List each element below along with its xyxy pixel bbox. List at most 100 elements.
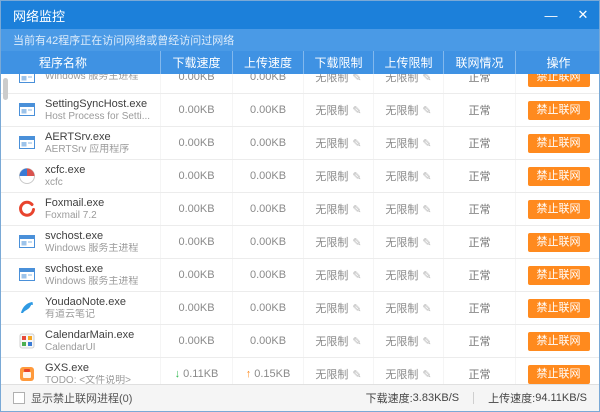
edit-icon[interactable]: ✎ xyxy=(422,269,431,282)
upload-limit-value: 无限制 xyxy=(385,74,418,85)
program-cell: AERTSrv.exe AERTSrv 应用程序 xyxy=(1,127,161,159)
program-name: CalendarMain.exe xyxy=(45,329,134,342)
upload-limit-value: 无限制 xyxy=(385,135,418,151)
edit-icon[interactable]: ✎ xyxy=(352,137,361,150)
close-button[interactable]: ✕ xyxy=(567,1,599,29)
download-limit-value: 无限制 xyxy=(315,333,348,349)
upload-speed-cell: ↑0.15KB xyxy=(233,358,304,384)
upload-speed-cell: 0.00KB xyxy=(233,292,304,324)
block-network-button[interactable]: 禁止联网 xyxy=(528,299,590,318)
program-name-block: AERTSrv.exe AERTSrv 应用程序 xyxy=(45,131,129,156)
edit-icon[interactable]: ✎ xyxy=(352,170,361,183)
download-limit-cell: 无限制✎ xyxy=(304,259,374,291)
upload-speed-cell: 0.00KB xyxy=(233,127,304,159)
status-bar: 显示禁止联网进程(0) 下载速度: 3.83KB/S 上传速度: 94.11KB… xyxy=(1,384,599,411)
upload-speed-total: 94.11KB/S xyxy=(535,392,587,404)
download-speed-cell: 0.00KB xyxy=(161,94,233,126)
program-cell: CalendarMain.exe CalendarUI xyxy=(1,325,161,357)
upload-limit-value: 无限制 xyxy=(385,366,418,382)
edit-icon[interactable]: ✎ xyxy=(352,368,361,381)
program-desc: CalendarUI xyxy=(45,342,134,354)
table-row: svchost.exe Windows 服务主进程 0.00KB 0.00KB … xyxy=(1,259,599,292)
action-cell: 禁止联网 xyxy=(516,226,599,258)
table-row: xcfc.exe xcfc 0.00KB 0.00KB 无限制✎ 无限制✎ 正常… xyxy=(1,160,599,193)
program-name: AERTSrv.exe xyxy=(45,131,129,144)
block-network-button[interactable]: 禁止联网 xyxy=(528,74,590,87)
upload-speed-cell: 0.00KB xyxy=(233,160,304,192)
table-row: AERTSrv.exe AERTSrv 应用程序 0.00KB 0.00KB 无… xyxy=(1,127,599,160)
edit-icon[interactable]: ✎ xyxy=(422,236,431,249)
network-status: 正常 xyxy=(444,259,516,291)
network-status: 正常 xyxy=(444,193,516,225)
program-name-block: CalendarMain.exe CalendarUI xyxy=(45,329,134,354)
edit-icon[interactable]: ✎ xyxy=(352,335,361,348)
download-speed-cell: 0.00KB xyxy=(161,160,233,192)
upload-speed-value: 0.15KB xyxy=(254,368,290,380)
edit-icon[interactable]: ✎ xyxy=(422,203,431,216)
action-cell: 禁止联网 xyxy=(516,292,599,324)
program-name-block: Windows 服务主进程 xyxy=(45,74,138,83)
upload-limit-value: 无限制 xyxy=(385,102,418,118)
edit-icon[interactable]: ✎ xyxy=(422,137,431,150)
scrollbar-thumb[interactable] xyxy=(3,78,8,100)
show-blocked-label: 显示禁止联网进程(0) xyxy=(31,390,132,406)
program-desc: Host Process for Setti... xyxy=(45,111,150,123)
block-network-button[interactable]: 禁止联网 xyxy=(528,101,590,120)
edit-icon[interactable]: ✎ xyxy=(352,74,361,84)
download-limit-cell: 无限制✎ xyxy=(304,193,374,225)
edit-icon[interactable]: ✎ xyxy=(352,302,361,315)
download-speed-cell: 0.00KB xyxy=(161,259,233,291)
download-speed-cell: 0.00KB xyxy=(161,193,233,225)
program-desc: Foxmail 7.2 xyxy=(45,210,104,222)
upload-limit-cell: 无限制 ✎ xyxy=(374,358,444,384)
table-header: 程序名称 下载速度 上传速度 下载限制 上传限制 联网情况 操作 xyxy=(1,51,599,74)
download-limit-cell: 无限制✎ xyxy=(304,94,374,126)
download-speed-cell: 0.00KB xyxy=(161,292,233,324)
edit-icon[interactable]: ✎ xyxy=(422,170,431,183)
program-cell: svchost.exe Windows 服务主进程 xyxy=(1,226,161,258)
block-network-button[interactable]: 禁止联网 xyxy=(528,200,590,219)
program-cell: YoudaoNote.exe 有道云笔记 xyxy=(1,292,161,324)
block-network-button[interactable]: 禁止联网 xyxy=(528,134,590,153)
edit-icon[interactable]: ✎ xyxy=(422,335,431,348)
upload-limit-value: 无限制 xyxy=(385,234,418,250)
edit-icon[interactable]: ✎ xyxy=(422,104,431,117)
download-speed-cell: 0.00KB xyxy=(161,127,233,159)
edit-icon[interactable]: ✎ xyxy=(352,203,361,216)
block-network-button[interactable]: 禁止联网 xyxy=(528,167,590,186)
upload-limit-cell: 无限制 ✎ xyxy=(374,127,444,159)
program-name: YoudaoNote.exe xyxy=(45,296,126,309)
program-name-block: svchost.exe Windows 服务主进程 xyxy=(45,230,138,255)
edit-icon[interactable]: ✎ xyxy=(352,269,361,282)
program-cell: xcfc.exe xcfc xyxy=(1,160,161,192)
edit-icon[interactable]: ✎ xyxy=(352,104,361,117)
edit-icon[interactable]: ✎ xyxy=(352,236,361,249)
download-limit-cell: 无限制✎ xyxy=(304,358,374,384)
download-limit-value: 无限制 xyxy=(315,234,348,250)
table-row: YoudaoNote.exe 有道云笔记 0.00KB 0.00KB 无限制✎ … xyxy=(1,292,599,325)
edit-icon[interactable]: ✎ xyxy=(422,74,431,84)
program-cell: SettingSyncHost.exe Host Process for Set… xyxy=(1,94,161,126)
header-upload-limit: 上传限制 xyxy=(374,51,444,74)
show-blocked-checkbox[interactable] xyxy=(13,392,25,404)
block-network-button[interactable]: 禁止联网 xyxy=(528,266,590,285)
table-row: GXS.exe TODO: <文件说明> ↓0.11KB ↑0.15KB 无限制… xyxy=(1,358,599,384)
footer-divider xyxy=(473,392,474,404)
edit-icon[interactable]: ✎ xyxy=(422,302,431,315)
program-name: svchost.exe xyxy=(45,263,138,276)
network-status: 正常 xyxy=(444,226,516,258)
block-network-button[interactable]: 禁止联网 xyxy=(528,332,590,351)
minimize-button[interactable]: — xyxy=(535,1,567,29)
upload-arrow-icon: ↑ xyxy=(246,368,252,380)
block-network-button[interactable]: 禁止联网 xyxy=(528,365,590,384)
program-name-block: YoudaoNote.exe 有道云笔记 xyxy=(45,296,126,321)
table-row: Foxmail.exe Foxmail 7.2 0.00KB 0.00KB 无限… xyxy=(1,193,599,226)
calendar-icon xyxy=(17,331,37,351)
program-cell: GXS.exe TODO: <文件说明> xyxy=(1,358,161,384)
edit-icon[interactable]: ✎ xyxy=(422,368,431,381)
windows-exe-icon xyxy=(17,232,37,252)
download-limit-cell: 无限制 ✎ xyxy=(304,325,374,357)
action-cell: 禁止联网 xyxy=(516,127,599,159)
block-network-button[interactable]: 禁止联网 xyxy=(528,233,590,252)
upload-limit-value: 无限制 xyxy=(385,168,418,184)
